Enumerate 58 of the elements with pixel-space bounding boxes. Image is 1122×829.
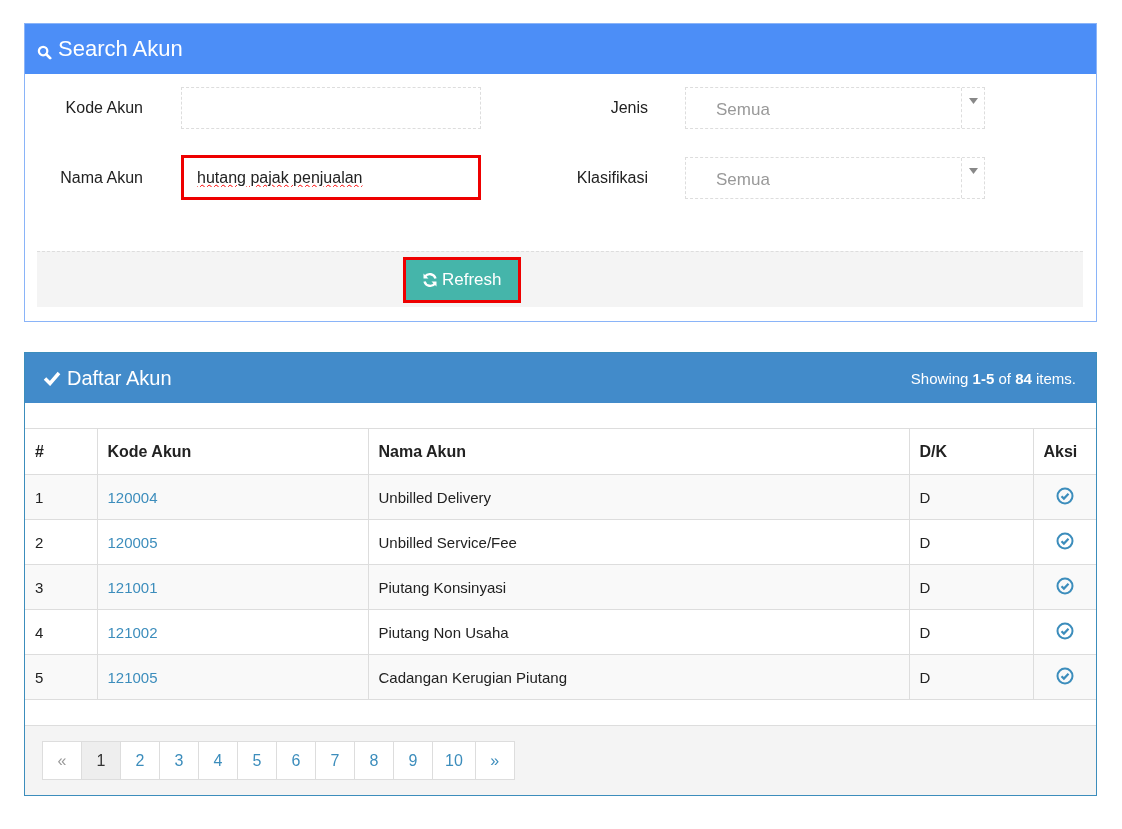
page-link[interactable]: 8	[354, 741, 394, 780]
search-icon	[37, 44, 52, 60]
page-link[interactable]: »	[474, 741, 515, 780]
page-link[interactable]: 4	[198, 741, 238, 780]
account-code-link[interactable]: 120005	[107, 533, 158, 551]
table-cell: D	[909, 609, 1033, 655]
refresh-button[interactable]: Refresh	[403, 256, 521, 303]
refresh-icon	[422, 271, 438, 288]
page-link[interactable]: 9	[393, 741, 433, 780]
table-cell: D	[909, 474, 1033, 520]
panel-title: Search Akun	[58, 36, 183, 62]
page-link[interactable]: 5	[237, 741, 277, 780]
column-header: Kode Akun	[97, 428, 368, 475]
caret-icon	[968, 167, 978, 174]
caret-icon	[968, 98, 978, 104]
table-cell: 5	[25, 654, 97, 700]
account-code-link[interactable]: 121001	[107, 578, 158, 596]
field-label: Klasifikasi	[575, 168, 649, 187]
check-circle-icon[interactable]	[1055, 621, 1074, 640]
check-circle-icon[interactable]	[1055, 576, 1074, 595]
table-cell: Unbilled Service/Fee	[368, 519, 909, 565]
table-cell: D	[909, 519, 1033, 565]
table-cell: D	[909, 654, 1033, 700]
page-link[interactable]: 2	[120, 741, 160, 780]
page-link[interactable]: 7	[315, 741, 355, 780]
account-code-link[interactable]: 120004	[107, 488, 158, 506]
column-header: #	[25, 428, 97, 475]
page-link[interactable]: 3	[159, 741, 199, 780]
check-circle-icon[interactable]	[1055, 486, 1074, 505]
table-cell: Unbilled Delivery	[368, 474, 909, 520]
table-cell: D	[909, 564, 1033, 610]
page-link[interactable]: 10	[432, 741, 476, 780]
check-icon	[43, 370, 61, 386]
table-cell: Cadangan Kerugian Piutang	[368, 654, 909, 700]
page-link[interactable]: 1	[81, 741, 121, 780]
field-label: Jenis	[609, 99, 649, 117]
text-field[interactable]: hutang pajak penjualan	[181, 155, 481, 200]
column-header: D/K	[909, 428, 1033, 475]
table-cell: 1	[25, 474, 97, 520]
table-cell: 4	[25, 609, 97, 655]
field-label: Kode Akun	[64, 99, 144, 117]
page-link[interactable]: 6	[276, 741, 316, 780]
table-cell: Piutang Non Usaha	[368, 609, 909, 655]
check-circle-icon[interactable]	[1055, 666, 1074, 685]
select-field[interactable]: Semua	[685, 156, 985, 199]
items-summary: Showing 1-5 of 84 items.	[910, 369, 1076, 387]
panel-title: Daftar Akun	[67, 366, 172, 390]
table-cell: Piutang Konsinyasi	[368, 564, 909, 610]
table-cell: 2	[25, 519, 97, 565]
account-code-link[interactable]: 121005	[107, 668, 158, 686]
text-field[interactable]	[181, 87, 481, 129]
column-header: Aksi	[1033, 428, 1096, 475]
check-circle-icon[interactable]	[1055, 531, 1074, 550]
select-field[interactable]: Semua	[685, 87, 985, 129]
table-cell: 3	[25, 564, 97, 610]
account-code-link[interactable]: 121002	[107, 623, 158, 641]
field-label: Nama Akun	[59, 168, 144, 187]
column-header: Nama Akun	[368, 428, 909, 475]
